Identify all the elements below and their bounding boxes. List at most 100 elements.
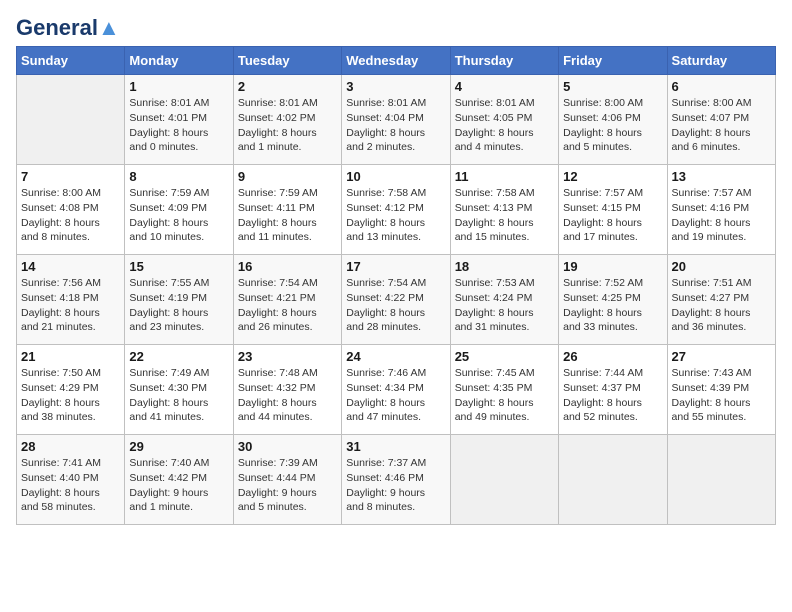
day-info: Sunrise: 7:57 AM Sunset: 4:15 PM Dayligh… bbox=[563, 186, 662, 245]
calendar-cell: 7 Sunrise: 8:00 AM Sunset: 4:08 PM Daylig… bbox=[17, 165, 125, 255]
calendar-cell: 22 Sunrise: 7:49 AM Sunset: 4:30 PM Dayli… bbox=[125, 345, 233, 435]
day-info: Sunrise: 7:53 AM Sunset: 4:24 PM Dayligh… bbox=[455, 276, 554, 335]
day-info: Sunrise: 7:48 AM Sunset: 4:32 PM Dayligh… bbox=[238, 366, 337, 425]
calendar-cell: 6 Sunrise: 8:00 AM Sunset: 4:07 PM Daylig… bbox=[667, 75, 775, 165]
calendar-day-header: Saturday bbox=[667, 47, 775, 75]
calendar-cell: 8 Sunrise: 7:59 AM Sunset: 4:09 PM Daylig… bbox=[125, 165, 233, 255]
day-info: Sunrise: 8:01 AM Sunset: 4:01 PM Dayligh… bbox=[129, 96, 228, 155]
day-info: Sunrise: 7:54 AM Sunset: 4:22 PM Dayligh… bbox=[346, 276, 445, 335]
calendar-cell: 26 Sunrise: 7:44 AM Sunset: 4:37 PM Dayli… bbox=[559, 345, 667, 435]
day-number: 26 bbox=[563, 349, 662, 364]
calendar-cell: 9 Sunrise: 7:59 AM Sunset: 4:11 PM Daylig… bbox=[233, 165, 341, 255]
day-info: Sunrise: 7:58 AM Sunset: 4:12 PM Dayligh… bbox=[346, 186, 445, 245]
calendar-cell: 28 Sunrise: 7:41 AM Sunset: 4:40 PM Dayli… bbox=[17, 435, 125, 525]
calendar-cell: 1 Sunrise: 8:01 AM Sunset: 4:01 PM Daylig… bbox=[125, 75, 233, 165]
calendar-cell: 29 Sunrise: 7:40 AM Sunset: 4:42 PM Dayli… bbox=[125, 435, 233, 525]
page-header: General▲ bbox=[16, 16, 776, 38]
day-info: Sunrise: 7:56 AM Sunset: 4:18 PM Dayligh… bbox=[21, 276, 120, 335]
logo-text: General▲ bbox=[16, 16, 120, 40]
day-number: 14 bbox=[21, 259, 120, 274]
calendar-cell: 2 Sunrise: 8:01 AM Sunset: 4:02 PM Daylig… bbox=[233, 75, 341, 165]
logo: General▲ bbox=[16, 16, 120, 38]
calendar-cell: 24 Sunrise: 7:46 AM Sunset: 4:34 PM Dayli… bbox=[342, 345, 450, 435]
day-number: 8 bbox=[129, 169, 228, 184]
day-info: Sunrise: 7:52 AM Sunset: 4:25 PM Dayligh… bbox=[563, 276, 662, 335]
calendar-cell: 13 Sunrise: 7:57 AM Sunset: 4:16 PM Dayli… bbox=[667, 165, 775, 255]
day-info: Sunrise: 7:50 AM Sunset: 4:29 PM Dayligh… bbox=[21, 366, 120, 425]
day-number: 12 bbox=[563, 169, 662, 184]
calendar-header-row: SundayMondayTuesdayWednesdayThursdayFrid… bbox=[17, 47, 776, 75]
calendar-day-header: Friday bbox=[559, 47, 667, 75]
calendar-week-row: 21 Sunrise: 7:50 AM Sunset: 4:29 PM Dayli… bbox=[17, 345, 776, 435]
day-info: Sunrise: 8:01 AM Sunset: 4:04 PM Dayligh… bbox=[346, 96, 445, 155]
calendar-week-row: 28 Sunrise: 7:41 AM Sunset: 4:40 PM Dayli… bbox=[17, 435, 776, 525]
day-info: Sunrise: 7:46 AM Sunset: 4:34 PM Dayligh… bbox=[346, 366, 445, 425]
day-info: Sunrise: 8:00 AM Sunset: 4:08 PM Dayligh… bbox=[21, 186, 120, 245]
calendar-cell bbox=[559, 435, 667, 525]
day-number: 2 bbox=[238, 79, 337, 94]
day-number: 13 bbox=[672, 169, 771, 184]
day-info: Sunrise: 7:49 AM Sunset: 4:30 PM Dayligh… bbox=[129, 366, 228, 425]
day-info: Sunrise: 7:55 AM Sunset: 4:19 PM Dayligh… bbox=[129, 276, 228, 335]
day-number: 21 bbox=[21, 349, 120, 364]
calendar-cell: 21 Sunrise: 7:50 AM Sunset: 4:29 PM Dayli… bbox=[17, 345, 125, 435]
day-info: Sunrise: 7:40 AM Sunset: 4:42 PM Dayligh… bbox=[129, 456, 228, 515]
day-info: Sunrise: 7:44 AM Sunset: 4:37 PM Dayligh… bbox=[563, 366, 662, 425]
day-number: 29 bbox=[129, 439, 228, 454]
day-number: 17 bbox=[346, 259, 445, 274]
day-info: Sunrise: 7:37 AM Sunset: 4:46 PM Dayligh… bbox=[346, 456, 445, 515]
calendar-cell: 11 Sunrise: 7:58 AM Sunset: 4:13 PM Dayli… bbox=[450, 165, 558, 255]
calendar-week-row: 1 Sunrise: 8:01 AM Sunset: 4:01 PM Daylig… bbox=[17, 75, 776, 165]
calendar-cell: 23 Sunrise: 7:48 AM Sunset: 4:32 PM Dayli… bbox=[233, 345, 341, 435]
day-info: Sunrise: 8:00 AM Sunset: 4:07 PM Dayligh… bbox=[672, 96, 771, 155]
day-number: 4 bbox=[455, 79, 554, 94]
calendar-day-header: Sunday bbox=[17, 47, 125, 75]
calendar-cell: 19Sunrise: 7:52 AM Sunset: 4:25 PM Dayli… bbox=[559, 255, 667, 345]
calendar-cell: 18 Sunrise: 7:53 AM Sunset: 4:24 PM Dayli… bbox=[450, 255, 558, 345]
day-info: Sunrise: 7:41 AM Sunset: 4:40 PM Dayligh… bbox=[21, 456, 120, 515]
day-number: 24 bbox=[346, 349, 445, 364]
day-info: Sunrise: 8:00 AM Sunset: 4:06 PM Dayligh… bbox=[563, 96, 662, 155]
calendar-cell: 5 Sunrise: 8:00 AM Sunset: 4:06 PM Daylig… bbox=[559, 75, 667, 165]
day-number: 15 bbox=[129, 259, 228, 274]
day-info: Sunrise: 8:01 AM Sunset: 4:02 PM Dayligh… bbox=[238, 96, 337, 155]
calendar-day-header: Monday bbox=[125, 47, 233, 75]
day-number: 20 bbox=[672, 259, 771, 274]
calendar-day-header: Thursday bbox=[450, 47, 558, 75]
calendar-cell: 14 Sunrise: 7:56 AM Sunset: 4:18 PM Dayli… bbox=[17, 255, 125, 345]
day-number: 18 bbox=[455, 259, 554, 274]
day-info: Sunrise: 7:59 AM Sunset: 4:09 PM Dayligh… bbox=[129, 186, 228, 245]
day-number: 10 bbox=[346, 169, 445, 184]
calendar-table: SundayMondayTuesdayWednesdayThursdayFrid… bbox=[16, 46, 776, 525]
calendar-cell: 17 Sunrise: 7:54 AM Sunset: 4:22 PM Dayli… bbox=[342, 255, 450, 345]
day-info: Sunrise: 8:01 AM Sunset: 4:05 PM Dayligh… bbox=[455, 96, 554, 155]
day-number: 22 bbox=[129, 349, 228, 364]
day-number: 25 bbox=[455, 349, 554, 364]
day-number: 28 bbox=[21, 439, 120, 454]
calendar-cell: 3Sunrise: 8:01 AM Sunset: 4:04 PM Daylig… bbox=[342, 75, 450, 165]
calendar-cell: 27 Sunrise: 7:43 AM Sunset: 4:39 PM Dayli… bbox=[667, 345, 775, 435]
day-number: 1 bbox=[129, 79, 228, 94]
calendar-week-row: 14 Sunrise: 7:56 AM Sunset: 4:18 PM Dayli… bbox=[17, 255, 776, 345]
day-number: 11 bbox=[455, 169, 554, 184]
day-number: 6 bbox=[672, 79, 771, 94]
calendar-cell: 10 Sunrise: 7:58 AM Sunset: 4:12 PM Dayli… bbox=[342, 165, 450, 255]
day-number: 9 bbox=[238, 169, 337, 184]
day-info: Sunrise: 7:54 AM Sunset: 4:21 PM Dayligh… bbox=[238, 276, 337, 335]
day-info: Sunrise: 7:45 AM Sunset: 4:35 PM Dayligh… bbox=[455, 366, 554, 425]
day-info: Sunrise: 7:59 AM Sunset: 4:11 PM Dayligh… bbox=[238, 186, 337, 245]
day-info: Sunrise: 7:51 AM Sunset: 4:27 PM Dayligh… bbox=[672, 276, 771, 335]
calendar-cell: 20 Sunrise: 7:51 AM Sunset: 4:27 PM Dayli… bbox=[667, 255, 775, 345]
day-info: Sunrise: 7:58 AM Sunset: 4:13 PM Dayligh… bbox=[455, 186, 554, 245]
calendar-cell: 12 Sunrise: 7:57 AM Sunset: 4:15 PM Dayli… bbox=[559, 165, 667, 255]
calendar-cell: 4 Sunrise: 8:01 AM Sunset: 4:05 PM Daylig… bbox=[450, 75, 558, 165]
day-number: 30 bbox=[238, 439, 337, 454]
day-number: 5 bbox=[563, 79, 662, 94]
day-number: 7 bbox=[21, 169, 120, 184]
calendar-cell: 16Sunrise: 7:54 AM Sunset: 4:21 PM Dayli… bbox=[233, 255, 341, 345]
day-number: 27 bbox=[672, 349, 771, 364]
day-number: 31 bbox=[346, 439, 445, 454]
day-info: Sunrise: 7:43 AM Sunset: 4:39 PM Dayligh… bbox=[672, 366, 771, 425]
day-info: Sunrise: 7:57 AM Sunset: 4:16 PM Dayligh… bbox=[672, 186, 771, 245]
day-number: 23 bbox=[238, 349, 337, 364]
